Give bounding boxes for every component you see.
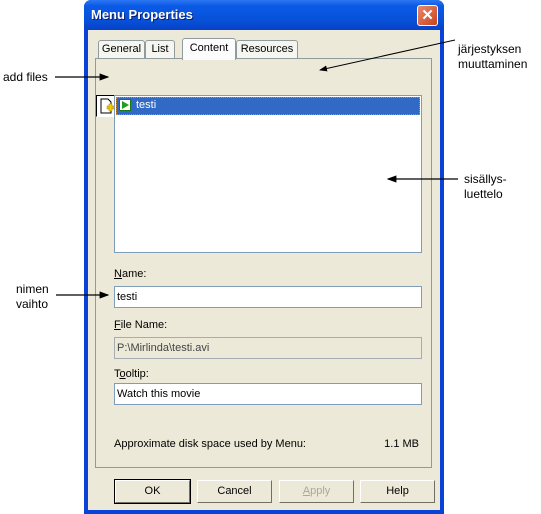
window-title: Menu Properties [91, 7, 193, 22]
name-label: Name: [114, 268, 147, 280]
play-icon [119, 99, 131, 111]
close-icon: ✕ [421, 7, 434, 24]
list-item[interactable]: testi [116, 97, 420, 115]
title-bar[interactable]: Menu Properties ✕ [84, 0, 444, 30]
menu-properties-dialog: Menu Properties ✕ General List Content R… [84, 0, 444, 514]
annotation-rename: nimen vaihto [16, 282, 49, 311]
annotation-content-list: sisällys-luettelo [464, 172, 507, 201]
ok-button[interactable]: OK [114, 479, 191, 504]
close-button[interactable]: ✕ [417, 5, 438, 26]
file-name-field [114, 337, 422, 359]
tooltip-input[interactable] [114, 383, 422, 405]
new-file-plus-icon [100, 98, 115, 114]
file-name-label: File Name: [114, 319, 168, 331]
dialog-client: General List Content Resources testi Nam… [88, 30, 440, 510]
name-input[interactable] [114, 286, 422, 308]
apply-button[interactable]: Apply [279, 480, 354, 503]
annotation-reorder: järjestyksen muuttaminen [458, 42, 528, 71]
tooltip-label: Tooltip: [114, 368, 149, 380]
content-list[interactable]: testi [114, 95, 422, 253]
tab-content[interactable]: Content [182, 38, 236, 60]
list-item-label: testi [136, 99, 157, 111]
annotation-add-files: add files [3, 70, 48, 84]
disk-space-label: Approximate disk space used by Menu: [114, 438, 306, 450]
help-button[interactable]: Help [360, 480, 435, 503]
tab-general[interactable]: General [98, 40, 145, 58]
tab-list[interactable]: List [145, 40, 175, 58]
tab-resources[interactable]: Resources [236, 40, 298, 58]
cancel-button[interactable]: Cancel [197, 480, 272, 503]
disk-space-value: 1.1 MB [384, 438, 419, 450]
